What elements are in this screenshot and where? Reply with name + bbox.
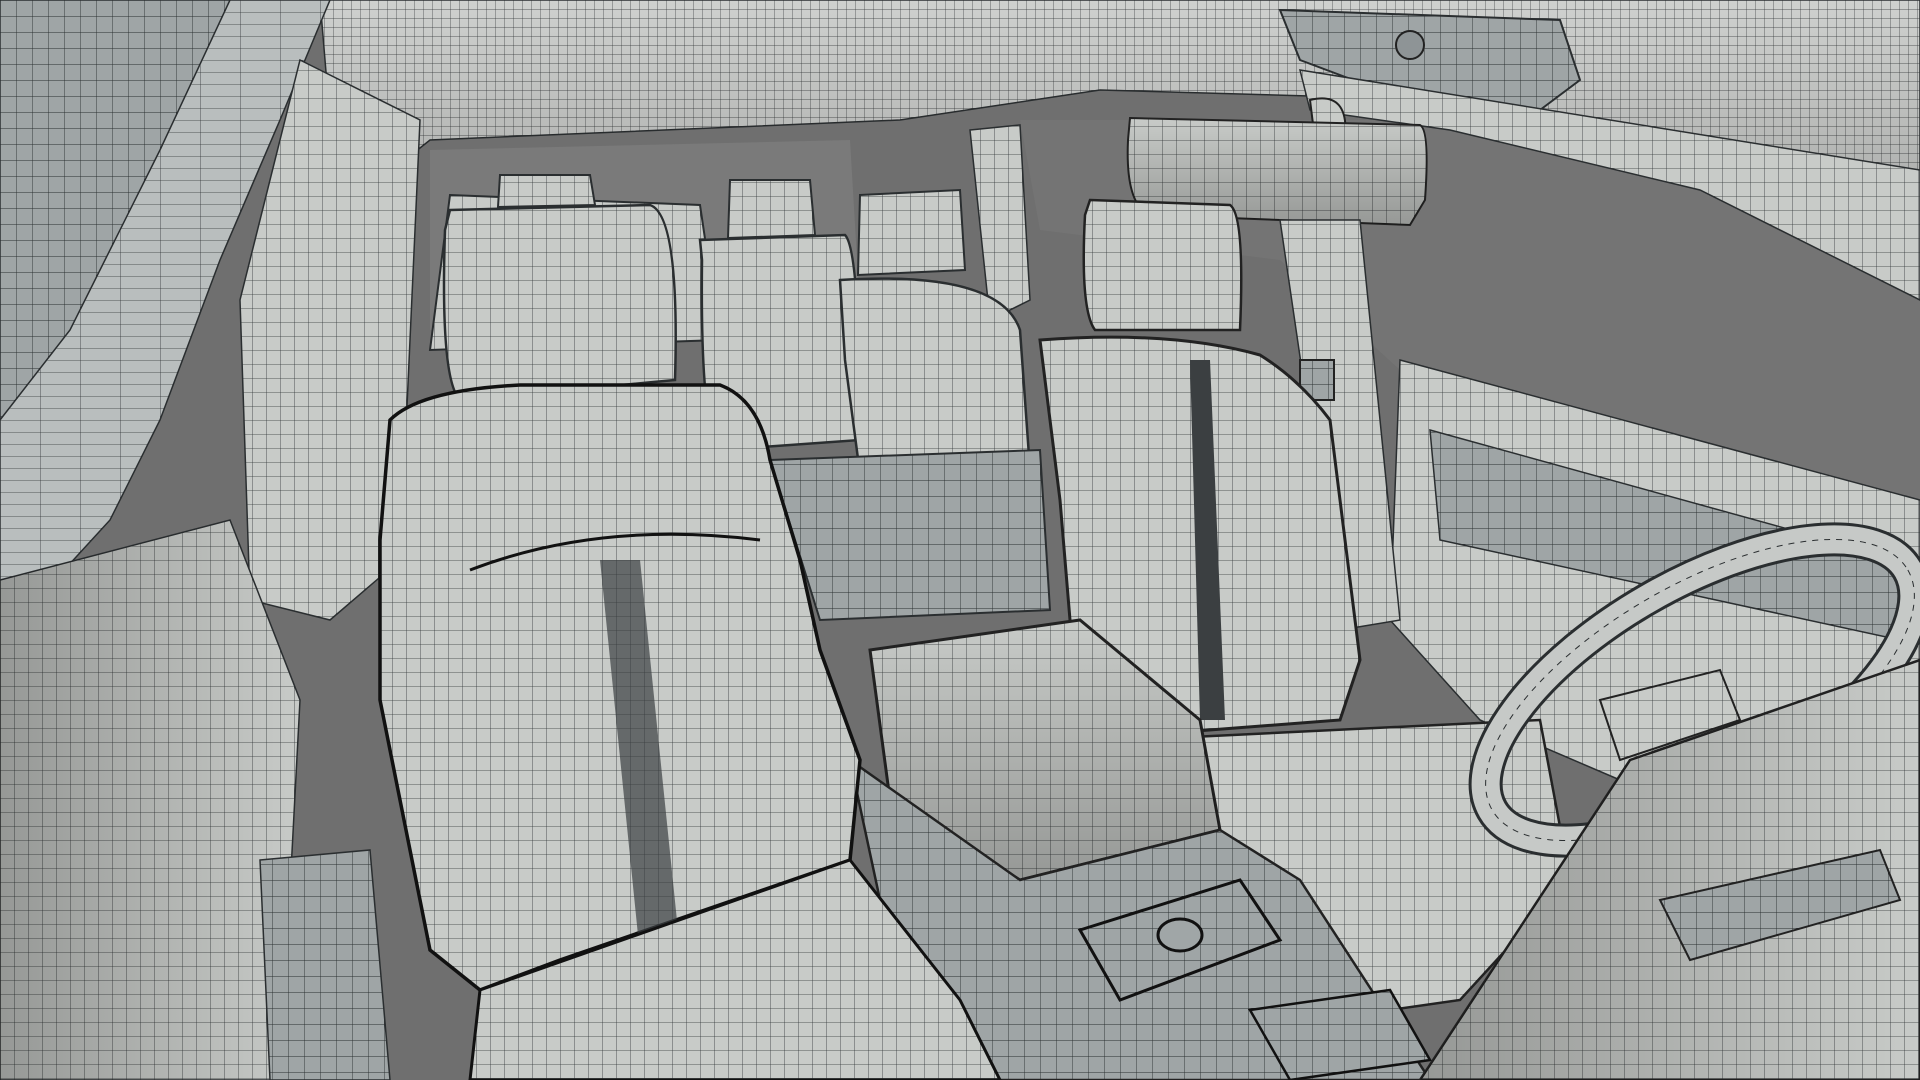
left-door-pocket: [259, 849, 391, 1080]
second-row-cushion: [768, 448, 1052, 622]
car-interior-wireframe[interactable]: [0, 0, 1920, 1080]
3d-viewport[interactable]: [0, 0, 1920, 1080]
third-row-headrest-left: [496, 174, 597, 209]
console-control-knob: [1156, 917, 1204, 953]
left-door-panel-shade: [0, 520, 300, 1080]
second-row-headrest: [856, 188, 967, 277]
front-seat-right-headrest: [1082, 198, 1243, 332]
third-row-headrest: [726, 179, 817, 240]
second-row-seat-left: [442, 203, 677, 402]
dome-light: [1395, 30, 1425, 60]
